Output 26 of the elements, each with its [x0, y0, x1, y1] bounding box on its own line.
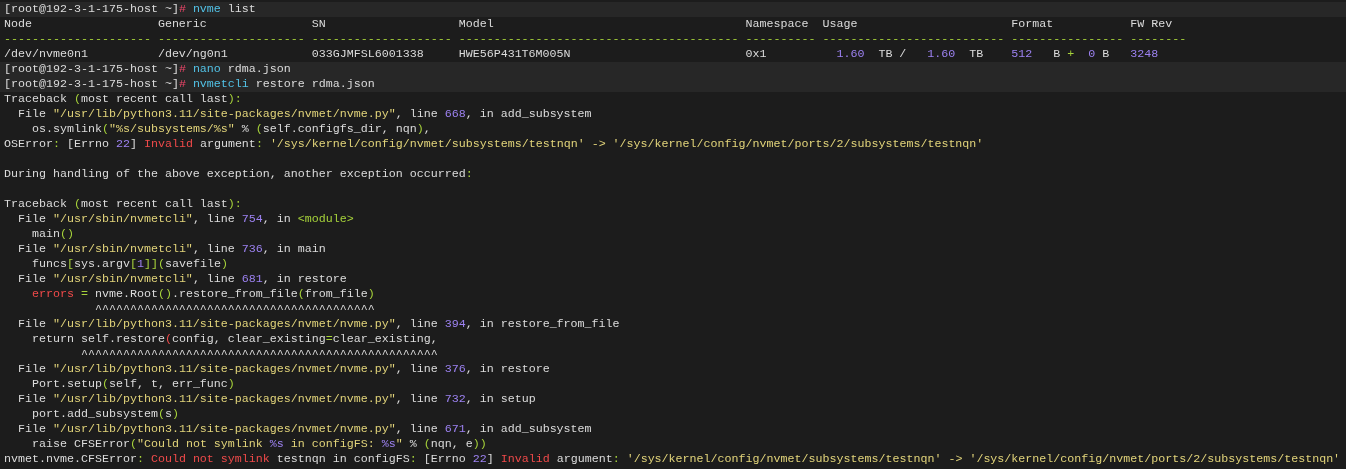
terminal-line: Node Generic SN Model Namespace Usage Format FW Rev — [3, 17, 1174, 32]
terminal-line: return self.restore(config, clear_existing=clear_existing, — [30, 332, 439, 347]
terminal-line: port.add_subsystem(s) — [30, 407, 180, 422]
terminal-line: main() — [30, 227, 75, 242]
terminal-line: During handling of the above exception, another exception occurred: — [3, 167, 474, 182]
terminal-line: File "/usr/sbin/nvmetcli", line 736, in main — [17, 242, 327, 257]
terminal-line: File "/usr/lib/python3.11/site-packages/nvmet/nvme.py", line 671, in add_subsystem — [17, 422, 593, 437]
terminal-line: File "/usr/sbin/nvmetcli", line 681, in restore — [17, 272, 348, 287]
terminal-line: File "/usr/lib/python3.11/site-packages/nvmet/nvme.py", line 668, in add_subsystem — [17, 107, 593, 122]
terminal-line: /dev/nvme0n1 /dev/ng0n1 033GJMFSL6001338 HWE56P431T6M005N 0x1 1.60 TB / 1.60 TB 512 B + 0 B 3248 — [3, 47, 1160, 62]
terminal-line: File "/usr/lib/python3.11/site-packages/nvmet/nvme.py", line 732, in setup — [17, 392, 537, 407]
terminal-line: Traceback (most recent call last): — [3, 92, 243, 107]
terminal-line: errors = nvme.Root().restore_from_file(from_file) — [30, 287, 376, 302]
terminal-line: Port.setup(self, t, err_func) — [30, 377, 236, 392]
terminal-line: nvmet.nvme.CFSError: Could not symlink testnqn in configFS: [Errno 22] Invalid argument: '/sys/kernel/config/nvmet/subsystems/testnqn' -> '/sys/kernel/config/nvmet/ports/2/subsystems/testnqn' — [3, 452, 1342, 467]
terminal-line: OSError: [Errno 22] Invalid argument: '/sys/kernel/config/nvmet/subsystems/testnqn' -> '/sys/kernel/config/nvmet/ports/2/subsystems/testnqn' — [3, 137, 985, 152]
terminal-line: ^^^^^^^^^^^^^^^^^^^^^^^^^^^^^^^^^^^^^^^^^^^^^^^^^^^ — [79, 347, 439, 362]
terminal-line: File "/usr/lib/python3.11/site-packages/nvmet/nvme.py", line 394, in restore_from_file — [17, 317, 621, 332]
terminal-line: os.symlink("%s/subsystems/%s" % (self.configfs_dir, nqn), — [30, 122, 432, 137]
terminal-line: raise CFSError("Could not symlink %s in configFS: %s" % (nqn, e)) — [30, 437, 488, 452]
terminal-line: File "/usr/sbin/nvmetcli", line 754, in <module> — [17, 212, 355, 227]
terminal-line: File "/usr/lib/python3.11/site-packages/nvmet/nvme.py", line 376, in restore — [17, 362, 551, 377]
terminal-line: Traceback (most recent call last): — [3, 197, 243, 212]
terminal-line: funcs[sys.argv[1]](savefile) — [30, 257, 229, 272]
terminal-line: --------------------- --------------------- -------------------- ---------------------------------------- ---------- -------------------------- ---------------- -------- — [3, 32, 1188, 47]
terminal-line: ^^^^^^^^^^^^^^^^^^^^^^^^^^^^^^^^^^^^^^^^ — [93, 302, 376, 317]
